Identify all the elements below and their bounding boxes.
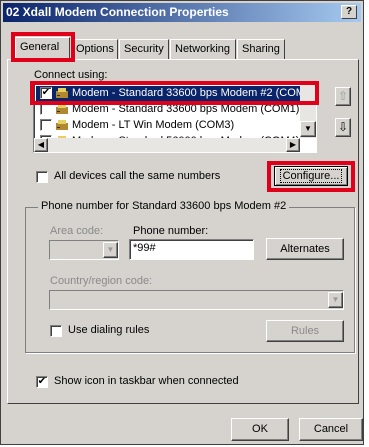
all-devices-label: All devices call the same numbers xyxy=(54,170,221,182)
country-region-label: Country/region code: xyxy=(50,275,153,287)
country-region-combobox[interactable]: ▼ xyxy=(49,290,344,310)
help-button[interactable]: ? xyxy=(341,5,357,19)
connect-using-label: Connect using: xyxy=(34,69,108,81)
area-code-label: Area code: xyxy=(50,225,104,237)
tab-networking[interactable]: Networking xyxy=(170,39,236,60)
area-code-combobox[interactable]: ▼ xyxy=(49,240,119,260)
use-dialing-rules-label: Use dialing rules xyxy=(68,324,150,336)
annotation-highlight-configure-button xyxy=(267,161,355,192)
window-title: 02 Xdall Modem Connection Properties xyxy=(6,5,229,19)
device-label-com3: Modem - LT Win Modem (COM3) xyxy=(72,119,235,131)
annotation-highlight-general-tab xyxy=(11,32,75,62)
modem-icon xyxy=(56,120,68,130)
phone-number-value: *99# xyxy=(133,242,156,254)
rules-button[interactable]: Rules xyxy=(266,320,344,342)
phone-number-label: Phone number: xyxy=(133,225,209,237)
cancel-button[interactable]: Cancel xyxy=(299,418,363,441)
tab-security-label: Security xyxy=(124,43,164,55)
scroll-right-arrow-icon[interactable]: ▶ xyxy=(286,138,300,152)
ok-button[interactable]: OK xyxy=(231,418,289,441)
tab-security[interactable]: Security xyxy=(119,39,169,60)
tab-sharing-label: Sharing xyxy=(242,43,280,55)
use-dialing-rules-checkbox[interactable] xyxy=(50,325,62,337)
area-code-dropdown-arrow-icon[interactable]: ▼ xyxy=(103,242,118,258)
country-dropdown-arrow-icon[interactable]: ▼ xyxy=(328,292,343,308)
tab-networking-label: Networking xyxy=(175,43,231,55)
phone-number-input[interactable]: *99# xyxy=(129,239,254,260)
move-up-icon: ⇧ xyxy=(337,89,349,103)
device-list-hscrollbar[interactable]: ◀ ▶ xyxy=(34,138,300,152)
scroll-left-arrow-icon[interactable]: ◀ xyxy=(34,138,48,152)
move-up-button[interactable]: ⇧ xyxy=(335,87,351,106)
alternates-button[interactable]: Alternates xyxy=(266,238,344,260)
annotation-highlight-selected-modem xyxy=(30,81,319,105)
title-bar: 02 Xdall Modem Connection Properties xyxy=(3,3,361,22)
move-down-button[interactable]: ⇩ xyxy=(335,118,351,137)
device-item-com3[interactable]: Modem - LT Win Modem (COM3) xyxy=(36,118,306,133)
tab-options[interactable]: Options xyxy=(71,39,118,60)
move-down-icon: ⇩ xyxy=(337,120,349,134)
device-checkbox-com3[interactable] xyxy=(40,119,52,131)
show-icon-label: Show icon in taskbar when connected xyxy=(54,375,239,387)
properties-dialog: 02 Xdall Modem Connection Properties ? G… xyxy=(0,0,364,445)
tab-options-label: Options xyxy=(76,43,114,55)
all-devices-checkbox[interactable] xyxy=(36,171,48,183)
tab-sharing[interactable]: Sharing xyxy=(237,39,285,60)
scroll-down-arrow-icon[interactable]: ▼ xyxy=(300,121,316,137)
phone-group-title: Phone number for Standard 33600 bps Mode… xyxy=(38,200,290,212)
show-icon-checkbox[interactable]: ✔ xyxy=(36,376,48,388)
